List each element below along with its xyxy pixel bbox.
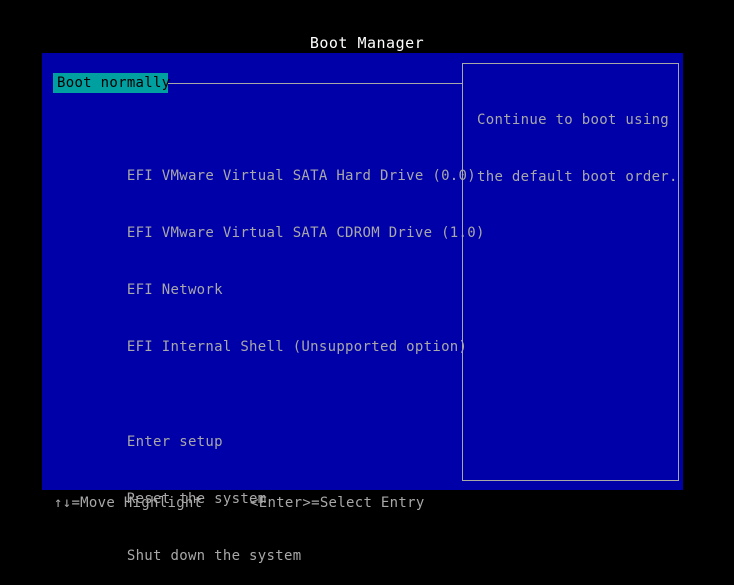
status-hint-move-highlight: ↑↓=Move Highlight [54, 495, 203, 511]
help-panel-text: Continue to boot using the default boot … [477, 73, 678, 225]
menu-item-label: EFI Internal Shell (Unsupported option) [126, 339, 468, 355]
menu-item-label: EFI VMware Virtual SATA Hard Drive (0.0) [126, 168, 476, 184]
page-title: Boot Manager [309, 34, 425, 52]
status-hint-select-entry: <Enter>=Select Entry [250, 495, 425, 511]
menu-item-boot-normally[interactable]: Boot normally [53, 73, 170, 93]
help-panel: Continue to boot using the default boot … [462, 63, 679, 481]
menu-item-enter-setup[interactable]: Enter setup [57, 414, 485, 450]
menu-item-label: EFI VMware Virtual SATA CDROM Drive (1.0… [126, 225, 485, 241]
boot-menu-panel: Boot normally EFI VMware Virtual SATA Ha… [42, 53, 683, 564]
menu-item-efi-sata-cdrom-drive[interactable]: EFI VMware Virtual SATA CDROM Drive (1.0… [57, 205, 485, 241]
menu-item-efi-network[interactable]: EFI Network [57, 262, 485, 298]
menu-item-reset-system[interactable]: Reset the system [57, 471, 485, 507]
menu-item-label: Enter setup [126, 434, 223, 450]
help-connector-line [168, 83, 462, 84]
menu-item-label: Shut down the system [126, 548, 302, 564]
menu-item-efi-sata-hard-drive[interactable]: EFI VMware Virtual SATA Hard Drive (0.0) [57, 148, 485, 184]
menu-item-efi-internal-shell[interactable]: EFI Internal Shell (Unsupported option) [57, 319, 485, 355]
menu-item-label: EFI Network [126, 282, 223, 298]
help-line-2: the default boot order. [477, 169, 678, 185]
status-bar: ↑↓=Move Highlight <Enter>=Select Entry [0, 493, 734, 513]
help-line-1: Continue to boot using [477, 112, 670, 128]
menu-item-shut-down-system[interactable]: Shut down the system [57, 528, 485, 564]
boot-menu-list: EFI VMware Virtual SATA Hard Drive (0.0)… [57, 110, 485, 585]
boot-manager-screen: Boot Manager Boot normally EFI VMware Vi… [0, 0, 734, 564]
